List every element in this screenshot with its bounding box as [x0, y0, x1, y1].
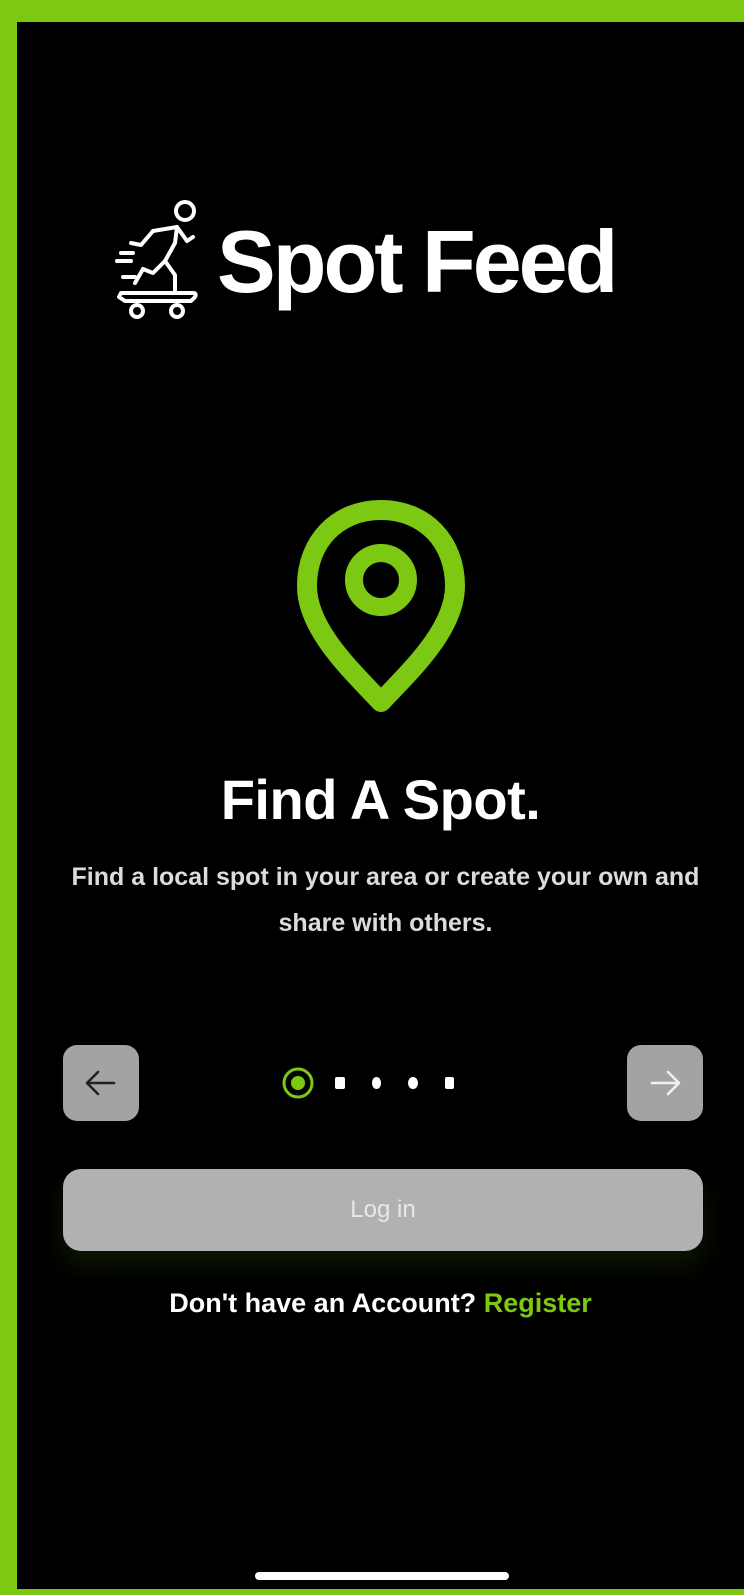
page-dot[interactable] [408, 1077, 418, 1089]
next-button[interactable] [627, 1045, 703, 1121]
device-frame: Spot Feed Find A Spot. Find a local spot… [0, 0, 744, 1595]
register-prompt-row: Don't have an Account? Register [17, 1288, 744, 1319]
app-logo-text: Spot Feed [217, 212, 618, 311]
page-dot-active[interactable] [281, 1066, 315, 1100]
page-dot[interactable] [335, 1077, 345, 1089]
register-link[interactable]: Register [484, 1288, 592, 1318]
home-indicator[interactable] [255, 1572, 509, 1580]
arrow-left-icon [85, 1070, 116, 1096]
page-dot[interactable] [444, 1077, 454, 1089]
map-pin-icon [297, 500, 465, 712]
page-dot[interactable] [371, 1077, 381, 1089]
onboarding-title: Find A Spot. [220, 768, 541, 831]
register-prompt-text: Don't have an Account? [169, 1288, 477, 1318]
skateboarder-icon [115, 200, 198, 319]
previous-button[interactable] [63, 1045, 139, 1121]
app-logo: Spot Feed [113, 192, 618, 332]
onboarding-subtitle: Find a local spot in your area or create… [71, 863, 700, 937]
page-indicator [281, 1065, 481, 1101]
onboarding-screen: Spot Feed Find A Spot. Find a local spot… [17, 22, 744, 1589]
arrow-right-icon [650, 1070, 681, 1096]
login-button[interactable]: Log in [63, 1169, 703, 1251]
